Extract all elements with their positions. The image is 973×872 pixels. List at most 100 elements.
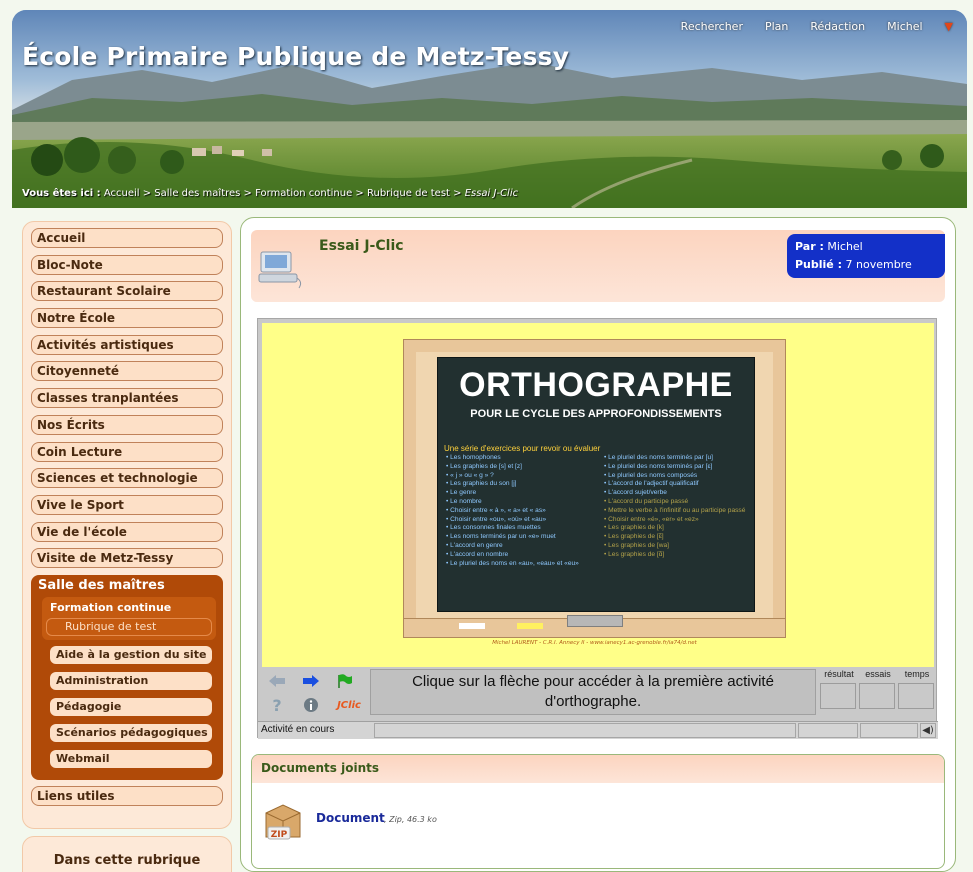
counter-result: résultat bbox=[820, 669, 858, 709]
sidebar: Accueil Bloc-Note Restaurant Scolaire Notre… bbox=[22, 221, 232, 829]
yellow-chalk bbox=[517, 623, 543, 629]
applet-stage[interactable]: ORTHOGRAPHE POUR LE CYCLE DES APPROFONDI… bbox=[262, 323, 934, 667]
status-cell-progress bbox=[374, 723, 796, 738]
breadcrumb-current: Essai J-Clic bbox=[464, 188, 519, 199]
top-nav: Rechercher Plan Rédaction Michel ▼ bbox=[681, 20, 953, 33]
document-link[interactable]: Document bbox=[316, 811, 385, 825]
published-label: Publié : bbox=[795, 258, 842, 271]
author-name[interactable]: Michel bbox=[827, 240, 862, 253]
sidebar-item[interactable]: Sciences et technologie bbox=[31, 468, 223, 489]
board-exercise-item: • Les noms terminés par un «e» muet bbox=[446, 533, 556, 541]
sidebar-admin-item[interactable]: Pédagogie bbox=[50, 697, 212, 716]
rubrique-box: Dans cette rubrique bbox=[22, 836, 232, 872]
sidebar-item[interactable]: Bloc-Note bbox=[31, 254, 223, 275]
counter-tries: essais bbox=[859, 669, 897, 709]
breadcrumb: Vous êtes ici : Accueil > Salle des maît… bbox=[22, 188, 518, 199]
attached-documents: Documents joints ZIP Document , Zip, 46.… bbox=[251, 754, 945, 869]
sidebar-item[interactable]: Citoyenneté bbox=[31, 361, 223, 382]
page: École Primaire Publique de Metz-Tessy Re… bbox=[0, 0, 973, 872]
next-arrow-icon[interactable] bbox=[300, 671, 322, 691]
board-exercise-item: • Le pluriel des noms composés bbox=[604, 471, 698, 479]
article-title: Essai J-Clic bbox=[319, 238, 404, 254]
help-icon[interactable]: ? bbox=[266, 695, 288, 715]
board-credit: Michel LAURENT - C.R.I. Annecy II - www.… bbox=[492, 640, 697, 646]
board-exercise-item-dim: • Les graphies de [ɛ̃] bbox=[604, 533, 664, 541]
sidebar-item[interactable]: Notre École bbox=[31, 308, 223, 329]
status-bar: Activité en cours ◀) bbox=[258, 721, 938, 739]
board-exercise-item: • Choisir entre «ou», «où» et «au» bbox=[446, 515, 547, 523]
top-nav-user[interactable]: Michel bbox=[887, 20, 922, 33]
board-left-column: • Les homophones • Les graphies de [s] et… bbox=[446, 454, 579, 568]
sidebar-admin-list: Aide à la gestion du site Administration P… bbox=[34, 645, 220, 768]
sidebar-item[interactable]: Classes tranplantées bbox=[31, 388, 223, 409]
main-content: Essai J-Clic Par : Michel Publié : 7 nov… bbox=[240, 217, 956, 872]
board-exercise-item: • L'accord sujet/verbe bbox=[604, 489, 667, 497]
header-landscape-image bbox=[12, 10, 967, 208]
sidebar-item[interactable]: Vive le Sport bbox=[31, 494, 223, 515]
board-exercise-item: • Le pluriel des noms terminés par [ɛ] bbox=[604, 462, 713, 470]
flag-icon[interactable] bbox=[334, 671, 356, 691]
sidebar-item[interactable]: Activités artistiques bbox=[31, 334, 223, 355]
author-label: Par : bbox=[795, 240, 824, 253]
document-meta: , Zip, 46.3 ko bbox=[384, 815, 437, 824]
speaker-icon[interactable]: ◀) bbox=[920, 723, 936, 738]
breadcrumb-label: Vous êtes ici : bbox=[22, 188, 101, 199]
board-exercise-item-dim: • Mettre le verbe à l'infinitif ou au pa… bbox=[604, 506, 746, 514]
info-icon[interactable] bbox=[300, 695, 322, 715]
sidebar-item[interactable]: Visite de Metz-Tessy bbox=[31, 548, 223, 569]
sidebar-item[interactable]: Nos Écrits bbox=[31, 414, 223, 435]
board-exercise-item: • Le pluriel des noms en «au», «eau» et … bbox=[446, 559, 579, 567]
sidebar-item[interactable]: Vie de l'école bbox=[31, 521, 223, 542]
site-header: École Primaire Publique de Metz-Tessy Re… bbox=[12, 10, 967, 208]
board-exercise-item: • Les consonnes finales muettes bbox=[446, 524, 541, 532]
board-exercise-item: • Le pluriel des noms terminés par [u] bbox=[604, 454, 713, 461]
board-exercise-item: • Les graphies du son [j] bbox=[446, 480, 517, 488]
computer-icon bbox=[258, 251, 302, 289]
sidebar-item-rubrique-de-test[interactable]: Rubrique de test bbox=[46, 617, 212, 636]
sidebar-item[interactable]: Accueil bbox=[31, 228, 223, 248]
board-exercise-item-dim: • Les graphies de [wa] bbox=[604, 541, 669, 549]
published-date: 7 novembre bbox=[845, 258, 912, 271]
board-intro: Une série d'exercices pour revoir ou éva… bbox=[444, 444, 601, 453]
counter-tries-value bbox=[859, 683, 895, 709]
sidebar-admin-item[interactable]: Scénarios pédagogiques bbox=[50, 723, 212, 742]
counter-time-value bbox=[898, 683, 934, 709]
board-title: ORTHOGRAPHE bbox=[459, 366, 733, 404]
sidebar-admin-item[interactable]: Administration bbox=[50, 671, 212, 690]
sidebar-item[interactable]: Coin Lecture bbox=[31, 441, 223, 462]
board-exercise-item: • « j » ou « g » ? bbox=[446, 471, 494, 479]
counter-tries-label: essais bbox=[865, 669, 891, 679]
sidebar-item-formation-continue[interactable]: Formation continue bbox=[46, 601, 212, 618]
board-exercise-item: • L'accord en nombre bbox=[446, 550, 509, 558]
status-text: Activité en cours bbox=[261, 724, 335, 735]
sidebar-active-section: Salle des maîtres Formation continue Rub… bbox=[31, 574, 223, 780]
jclic-applet[interactable]: ORTHOGRAPHE POUR LE CYCLE DES APPROFONDI… bbox=[257, 318, 938, 739]
top-nav-search[interactable]: Rechercher bbox=[681, 20, 743, 33]
counters: résultat essais temps bbox=[820, 669, 936, 715]
control-buttons: ? JClic bbox=[262, 669, 366, 719]
sidebar-item-salle-des-maitres[interactable]: Salle des maîtres bbox=[34, 578, 220, 597]
white-chalk bbox=[459, 623, 485, 629]
sidebar-item[interactable]: Restaurant Scolaire bbox=[31, 281, 223, 302]
zip-icon[interactable]: ZIP bbox=[262, 799, 304, 843]
board-exercise-item: • Le nombre bbox=[446, 497, 482, 505]
breadcrumb-path[interactable]: Accueil > Salle des maîtres > Formation … bbox=[101, 188, 465, 199]
top-nav-redaction[interactable]: Rédaction bbox=[810, 20, 865, 33]
counter-time: temps bbox=[898, 669, 936, 709]
board-exercise-item-dim: • Les graphies de [ɑ̃] bbox=[604, 550, 665, 558]
prev-arrow-icon[interactable] bbox=[266, 671, 288, 691]
top-nav-plan[interactable]: Plan bbox=[765, 20, 788, 33]
board-subtitle: POUR LE CYCLE DES APPROFONDISSEMENTS bbox=[470, 408, 722, 420]
sidebar-admin-item[interactable]: Webmail bbox=[50, 749, 212, 768]
sidebar-subsection: Formation continue Rubrique de test bbox=[42, 596, 216, 640]
jclic-logo[interactable]: JClic bbox=[334, 695, 364, 715]
board-exercise-item: • Le genre bbox=[446, 489, 477, 497]
status-cell-b bbox=[860, 723, 918, 738]
dropdown-arrow-icon[interactable]: ▼ bbox=[945, 20, 953, 33]
site-title[interactable]: École Primaire Publique de Metz-Tessy bbox=[22, 42, 569, 71]
board-exercise-item-dim: • Les graphies de [k] bbox=[604, 524, 664, 532]
sidebar-item-liens-utiles[interactable]: Liens utiles bbox=[31, 785, 223, 806]
sidebar-admin-item[interactable]: Aide à la gestion du site bbox=[50, 645, 212, 664]
status-cell-a bbox=[798, 723, 858, 738]
eraser bbox=[567, 615, 623, 627]
